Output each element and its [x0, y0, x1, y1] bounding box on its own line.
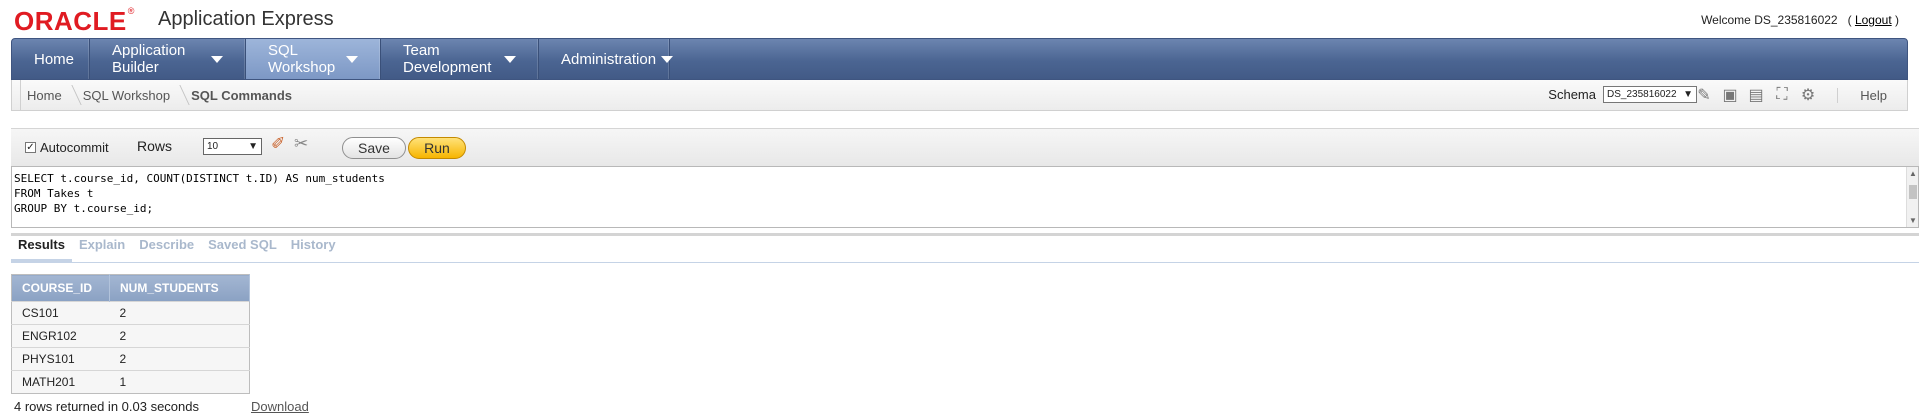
autocommit-option[interactable]: ✓ Autocommit: [25, 140, 109, 155]
breadcrumb-home[interactable]: Home: [27, 88, 62, 103]
chevron-down-icon: [346, 55, 358, 63]
table-cell: 2: [109, 301, 250, 325]
top-header: ORACLE® Application Express Welcome DS_2…: [0, 0, 1919, 38]
run-button[interactable]: Run: [408, 137, 466, 159]
chevron-down-icon: [211, 55, 223, 63]
nav-sql-workshop[interactable]: SQL Workshop: [246, 39, 381, 79]
clear-command-icon[interactable]: ✐: [271, 134, 285, 154]
save-button[interactable]: Save: [342, 137, 406, 159]
rows-value: 10: [207, 141, 219, 152]
schema-area: Schema DS_235816022 ▼: [1548, 86, 1697, 103]
sql-text[interactable]: SELECT t.course_id, COUNT(DISTINCT t.ID)…: [14, 171, 385, 216]
format-icon[interactable]: ✂: [294, 134, 308, 154]
nav-administration[interactable]: Administration: [539, 39, 674, 79]
table-cell: CS101: [11, 301, 110, 325]
table-row: PHYS101 2: [11, 347, 250, 371]
breadcrumb-separator: [171, 85, 190, 105]
nav-team-development[interactable]: Team Development: [381, 39, 539, 79]
tab-divider: [11, 262, 1919, 263]
results-table: COURSE_ID NUM_STUDENTS CS101 2 ENGR102 2 P…: [11, 274, 250, 394]
chevron-down-icon: ▼: [1683, 89, 1693, 100]
nav-home[interactable]: Home: [12, 39, 90, 79]
tab-describe[interactable]: Describe: [132, 238, 201, 262]
editor-scrollbar[interactable]: ▲ ▼: [1906, 167, 1918, 227]
table-cell: 2: [109, 347, 250, 371]
rows-label: Rows: [137, 138, 173, 154]
scroll-thumb[interactable]: [1909, 185, 1917, 199]
query-builder-icon[interactable]: ⛶: [1771, 84, 1793, 106]
tab-results[interactable]: Results: [11, 238, 72, 262]
table-row: ENGR102 2: [11, 324, 250, 348]
welcome-area: Welcome DS_235816022 ( Logout ): [1701, 13, 1899, 27]
workshop-tools: ✎ ▣ ▤ ⛶ ⚙: [1693, 84, 1819, 106]
main-nav: Home Application Builder SQL Workshop Te…: [11, 38, 1908, 80]
find-icon[interactable]: ✎: [1693, 84, 1715, 106]
tab-history[interactable]: History: [284, 238, 343, 262]
table-cell: 1: [109, 370, 250, 394]
breadcrumb-sql-commands: SQL Commands: [191, 87, 293, 103]
download-link[interactable]: Download: [251, 399, 309, 414]
column-header: COURSE_ID: [11, 274, 110, 302]
schema-value: DS_235816022: [1607, 89, 1677, 100]
column-header: NUM_STUDENTS: [109, 274, 250, 302]
tab-explain[interactable]: Explain: [72, 238, 132, 262]
chevron-down-icon: ▼: [248, 141, 258, 152]
result-tabs: Results Explain Describe Saved SQL Histo…: [11, 238, 343, 262]
welcome-text: Welcome DS_235816022: [1701, 13, 1838, 27]
object-browser-icon[interactable]: ▤: [1745, 84, 1767, 106]
table-row: CS101 2: [11, 301, 250, 325]
table-cell: MATH201: [11, 370, 110, 394]
autocommit-label: Autocommit: [40, 140, 109, 155]
help-link[interactable]: Help: [1837, 88, 1887, 103]
scroll-down-icon[interactable]: ▼: [1909, 216, 1917, 225]
table-cell: 2: [109, 324, 250, 348]
autocommit-checkbox[interactable]: ✓: [25, 142, 36, 153]
rows-select[interactable]: 10 ▼: [203, 138, 262, 155]
sql-editor[interactable]: SELECT t.course_id, COUNT(DISTINCT t.ID)…: [11, 166, 1919, 228]
app-title: Application Express: [158, 8, 334, 30]
scroll-up-icon[interactable]: ▲: [1909, 169, 1917, 178]
nav-application-builder[interactable]: Application Builder: [90, 39, 246, 79]
breadcrumb-sql-workshop[interactable]: SQL Workshop: [83, 88, 170, 103]
table-cell: ENGR102: [11, 324, 110, 348]
table-header-row: COURSE_ID NUM_STUDENTS: [11, 274, 250, 302]
oracle-logo: ORACLE®: [14, 6, 135, 36]
rows-returned-status: 4 rows returned in 0.03 seconds: [14, 399, 199, 414]
logout-link[interactable]: Logout: [1855, 13, 1892, 27]
tab-saved-sql[interactable]: Saved SQL: [201, 238, 284, 262]
breadcrumb: Home SQL Workshop SQL Commands: [20, 80, 292, 110]
schema-select[interactable]: DS_235816022 ▼: [1603, 86, 1697, 103]
table-row: MATH201 1: [11, 370, 250, 394]
sql-scripts-icon[interactable]: ▣: [1719, 84, 1741, 106]
chevron-down-icon: [661, 55, 674, 63]
breadcrumb-separator: [63, 85, 82, 105]
command-toolbar: ✓ Autocommit Rows 10 ▼ ✐ ✂ Save Run: [11, 128, 1919, 166]
settings-icon[interactable]: ⚙: [1797, 84, 1819, 106]
breadcrumb-bar: Home SQL Workshop SQL Commands Schema DS…: [11, 80, 1908, 111]
schema-label: Schema: [1548, 87, 1596, 102]
chevron-down-icon: [504, 55, 516, 63]
table-cell: PHYS101: [11, 347, 110, 371]
editor-splitter[interactable]: [11, 233, 1919, 236]
